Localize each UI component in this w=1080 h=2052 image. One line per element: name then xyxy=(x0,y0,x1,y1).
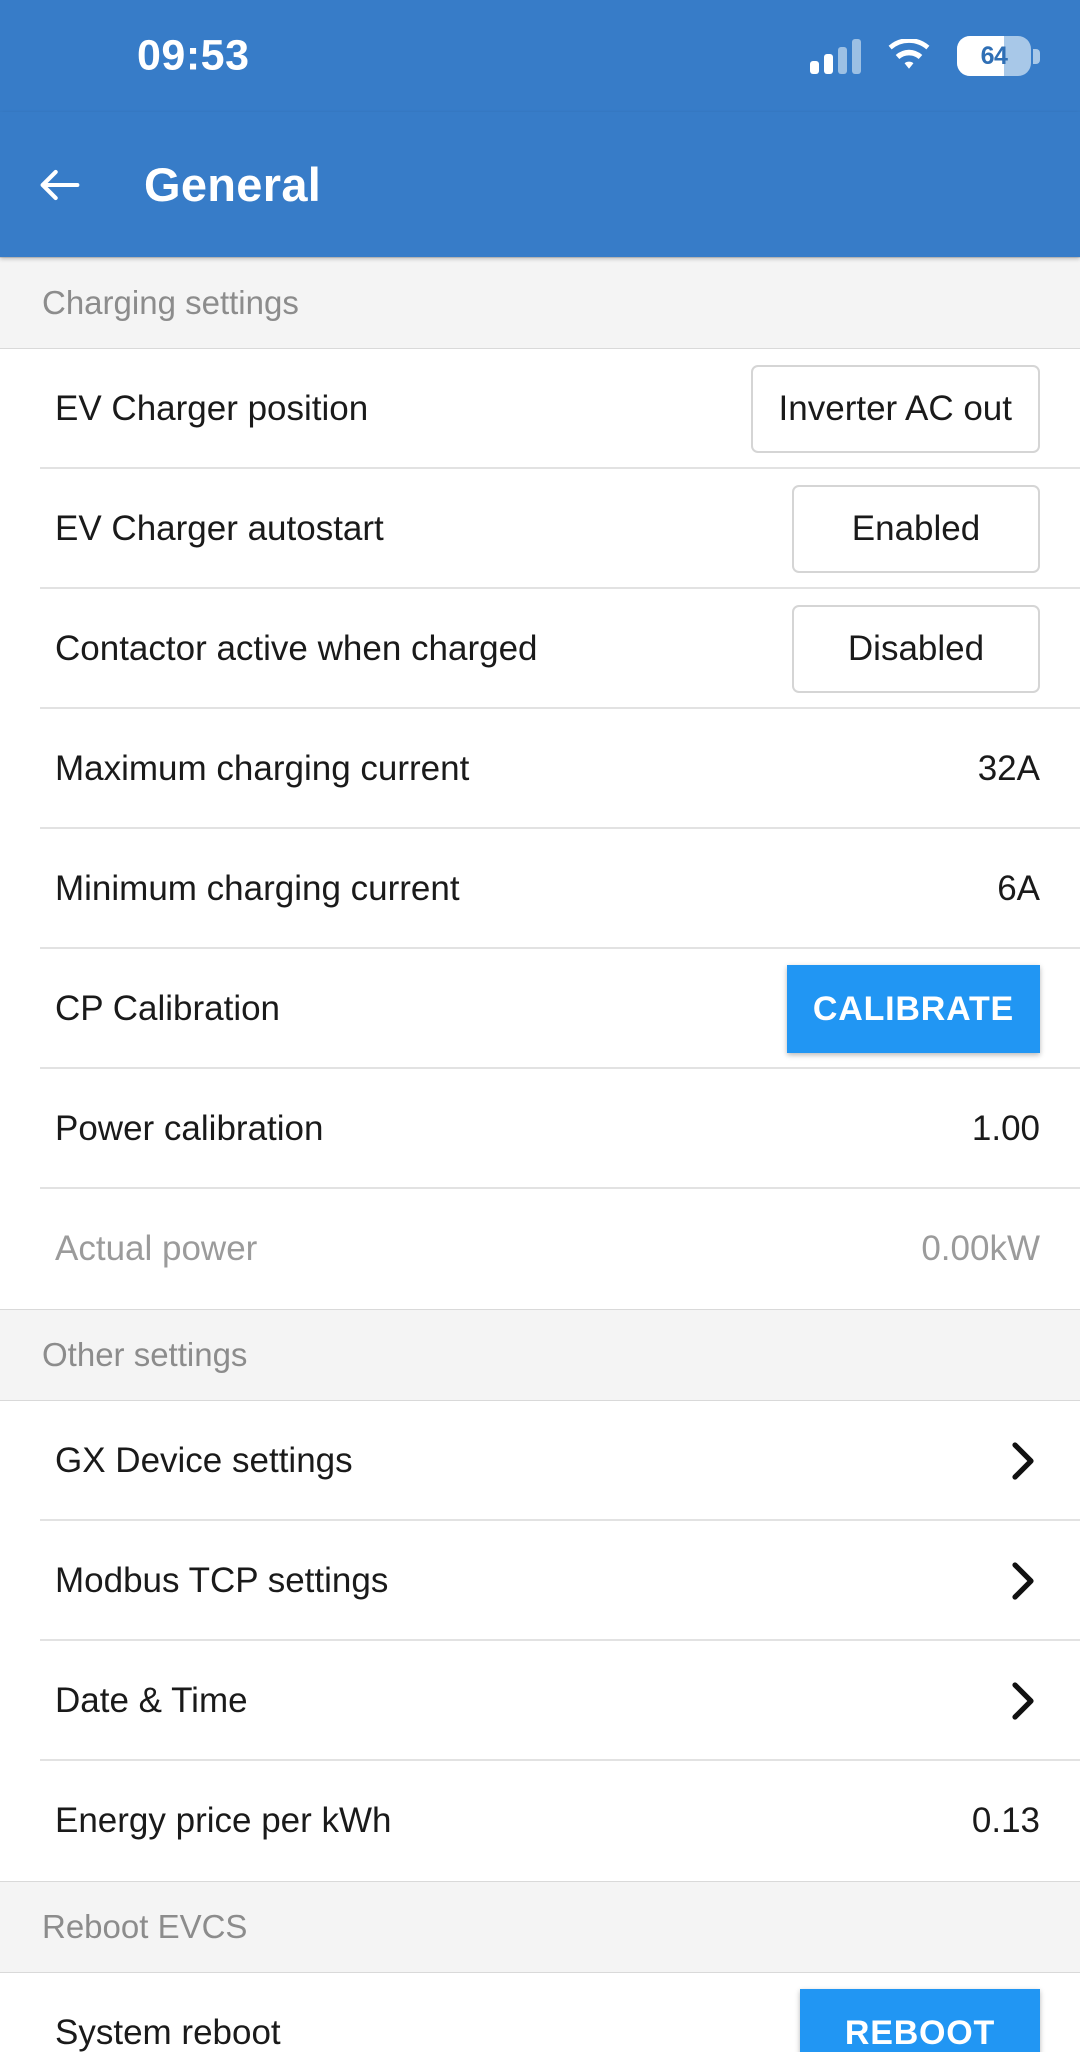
chevron-right-icon xyxy=(1012,1682,1034,1720)
row-value: 0.00kW xyxy=(921,1229,1040,1268)
section-header-charging-settings: Charging settings xyxy=(0,257,1080,349)
battery-icon: 64 xyxy=(957,36,1040,76)
row-label: Modbus TCP settings xyxy=(55,1561,389,1600)
row-label: Maximum charging current xyxy=(55,749,470,788)
row-power-calibration[interactable]: Power calibration 1.00 xyxy=(0,1069,1080,1189)
app-bar: General xyxy=(0,112,1080,257)
row-label: GX Device settings xyxy=(55,1441,353,1480)
row-value: 1.00 xyxy=(971,1109,1040,1148)
row-energy-price-per-kwh[interactable]: Energy price per kWh 0.13 xyxy=(0,1761,1080,1881)
status-bar: 09:53 64 xyxy=(0,0,1080,112)
row-label: CP Calibration xyxy=(55,989,281,1028)
settings-list: Charging settings EV Charger position In… xyxy=(0,257,1080,2052)
row-value: 6A xyxy=(997,869,1040,908)
battery-level-label: 64 xyxy=(980,41,1008,70)
section-header-label: Other settings xyxy=(42,1336,248,1373)
row-maximum-charging-current[interactable]: Maximum charging current 32A xyxy=(0,709,1080,829)
contactor-active-select[interactable]: Disabled xyxy=(792,605,1040,693)
wifi-icon xyxy=(888,39,930,69)
row-ev-charger-autostart[interactable]: EV Charger autostart Enabled xyxy=(0,469,1080,589)
row-label: Energy price per kWh xyxy=(55,1801,392,1840)
back-button[interactable] xyxy=(28,153,92,217)
status-bar-clock: 09:53 xyxy=(137,31,250,80)
chevron-right-icon xyxy=(1012,1442,1034,1480)
row-label: Contactor active when charged xyxy=(55,629,538,668)
battery-nub xyxy=(1033,48,1040,64)
row-label: EV Charger autostart xyxy=(55,509,384,548)
row-gx-device-settings[interactable]: GX Device settings xyxy=(0,1401,1080,1521)
status-bar-icons: 64 xyxy=(810,36,1040,76)
row-label: Minimum charging current xyxy=(55,869,460,908)
row-date-and-time[interactable]: Date & Time xyxy=(0,1641,1080,1761)
arrow-left-icon xyxy=(40,169,80,200)
row-system-reboot[interactable]: System reboot REBOOT xyxy=(0,1973,1080,2052)
row-actual-power: Actual power 0.00kW xyxy=(0,1189,1080,1309)
row-label: Actual power xyxy=(55,1229,258,1268)
signal-bars-icon xyxy=(810,38,861,74)
row-value: 32A xyxy=(977,749,1040,788)
row-value: 0.13 xyxy=(971,1801,1040,1840)
section-header-label: Reboot EVCS xyxy=(42,1908,248,1945)
row-label: System reboot xyxy=(55,2013,281,2052)
row-contactor-active-when-charged[interactable]: Contactor active when charged Disabled xyxy=(0,589,1080,709)
row-label: EV Charger position xyxy=(55,389,369,428)
row-label: Power calibration xyxy=(55,1109,324,1148)
chevron-right-icon xyxy=(1012,1562,1034,1600)
ev-charger-autostart-select[interactable]: Enabled xyxy=(792,485,1040,573)
page-title: General xyxy=(144,158,322,211)
row-ev-charger-position[interactable]: EV Charger position Inverter AC out xyxy=(0,349,1080,469)
row-minimum-charging-current[interactable]: Minimum charging current 6A xyxy=(0,829,1080,949)
row-cp-calibration[interactable]: CP Calibration CALIBRATE xyxy=(0,949,1080,1069)
section-header-reboot-evcs: Reboot EVCS xyxy=(0,1881,1080,1973)
reboot-button[interactable]: REBOOT xyxy=(800,1989,1040,2052)
section-header-label: Charging settings xyxy=(42,284,299,321)
row-modbus-tcp-settings[interactable]: Modbus TCP settings xyxy=(0,1521,1080,1641)
row-label: Date & Time xyxy=(55,1681,248,1720)
section-header-other-settings: Other settings xyxy=(0,1309,1080,1401)
calibrate-button[interactable]: CALIBRATE xyxy=(786,965,1040,1053)
ev-charger-position-select[interactable]: Inverter AC out xyxy=(750,365,1040,453)
